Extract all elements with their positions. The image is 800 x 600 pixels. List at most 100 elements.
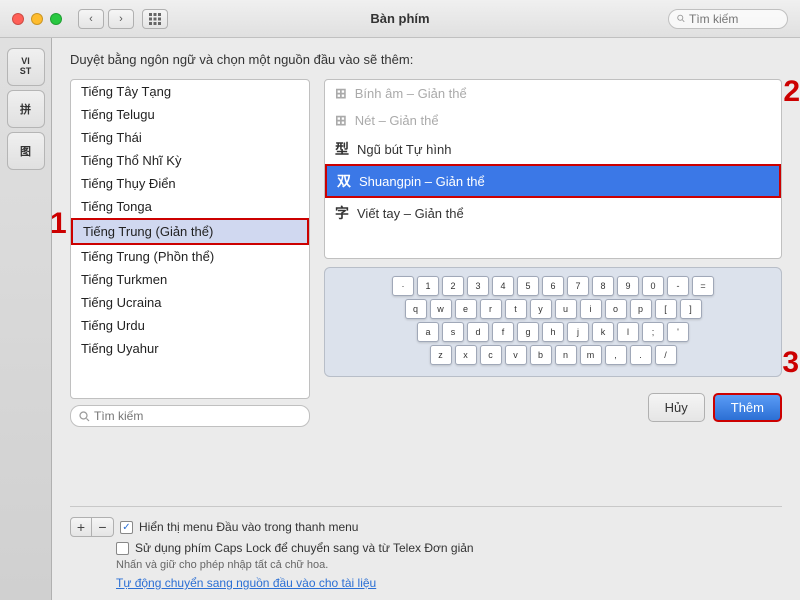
key[interactable]: x bbox=[455, 345, 477, 365]
key[interactable]: , bbox=[605, 345, 627, 365]
key[interactable]: v bbox=[505, 345, 527, 365]
language-item[interactable]: Tiếng Thụy Điển bbox=[71, 172, 309, 195]
input-method-icon: ⊞ bbox=[335, 85, 347, 102]
input-method-icon: 字 bbox=[335, 203, 349, 223]
language-item[interactable]: Tiếng Thái bbox=[71, 126, 309, 149]
key[interactable]: y bbox=[530, 299, 552, 319]
key[interactable]: ' bbox=[667, 322, 689, 342]
input-method-item[interactable]: 字Viết tay – Giản thể bbox=[325, 198, 781, 228]
key[interactable]: 7 bbox=[567, 276, 589, 296]
key[interactable]: p bbox=[630, 299, 652, 319]
sidebar-item-vi[interactable]: VIST bbox=[7, 48, 45, 86]
key[interactable]: s bbox=[442, 322, 464, 342]
key[interactable]: t bbox=[505, 299, 527, 319]
input-method-item[interactable]: ⊞ Bính âm – Giản thể bbox=[325, 80, 781, 107]
key[interactable]: w bbox=[430, 299, 452, 319]
cancel-button[interactable]: Hủy bbox=[648, 393, 705, 422]
checkbox-2-label: Sử dụng phím Caps Lock để chuyển sang và… bbox=[135, 541, 474, 555]
key[interactable]: ; bbox=[642, 322, 664, 342]
input-method-label: Shuangpin – Giản thể bbox=[359, 174, 485, 189]
key[interactable]: m bbox=[580, 345, 602, 365]
sidebar-item-tu[interactable]: 图 bbox=[7, 132, 45, 170]
key[interactable]: b bbox=[530, 345, 552, 365]
key[interactable]: k bbox=[592, 322, 614, 342]
language-item[interactable]: Tiếng Telugu bbox=[71, 103, 309, 126]
key[interactable]: i bbox=[580, 299, 602, 319]
language-list[interactable]: Tiếng Tây TạngTiếng TeluguTiếng TháiTiến… bbox=[70, 79, 310, 399]
key[interactable]: 9 bbox=[617, 276, 639, 296]
footer-link: Tự động chuyển sang nguồn đầu vào cho tà… bbox=[116, 575, 782, 590]
key[interactable]: d bbox=[467, 322, 489, 342]
add-source-button[interactable]: + bbox=[70, 517, 92, 537]
key[interactable]: - bbox=[667, 276, 689, 296]
key[interactable]: z bbox=[430, 345, 452, 365]
key[interactable]: / bbox=[655, 345, 677, 365]
grid-button[interactable] bbox=[142, 9, 168, 29]
key[interactable]: u bbox=[555, 299, 577, 319]
main-content: VIST 拼 图 Duyệt bằng ngôn ngữ và chọn một… bbox=[0, 38, 800, 600]
input-method-label: Bính âm – Giản thể bbox=[355, 86, 467, 101]
language-item[interactable]: Tiếng Thổ Nhĩ Kỳ bbox=[71, 149, 309, 172]
key[interactable]: 4 bbox=[492, 276, 514, 296]
back-button[interactable]: ‹ bbox=[78, 9, 104, 29]
key[interactable]: l bbox=[617, 322, 639, 342]
input-method-list[interactable]: ⊞ Bính âm – Giản thể ⊞Nét – Giản thể型Ngũ b… bbox=[324, 79, 782, 259]
input-method-item[interactable]: ⊞Nét – Giản thể bbox=[325, 107, 781, 134]
key[interactable]: q bbox=[405, 299, 427, 319]
key[interactable]: j bbox=[567, 322, 589, 342]
auto-switch-link[interactable]: Tự động chuyển sang nguồn đầu vào cho tà… bbox=[116, 576, 376, 590]
key[interactable]: 2 bbox=[442, 276, 464, 296]
language-item[interactable]: Tiếng Turkmen bbox=[71, 268, 309, 291]
key[interactable]: ] bbox=[680, 299, 702, 319]
window-title: Bàn phím bbox=[370, 11, 429, 26]
sidebar-item-pin[interactable]: 拼 bbox=[7, 90, 45, 128]
key[interactable]: a bbox=[417, 322, 439, 342]
key[interactable]: 8 bbox=[592, 276, 614, 296]
input-method-item[interactable]: 型Ngũ bút Tự hình bbox=[325, 134, 781, 164]
key[interactable]: 0 bbox=[642, 276, 664, 296]
language-item[interactable]: Tiếng Uyahur bbox=[71, 337, 309, 360]
input-method-icon: 型 bbox=[335, 139, 349, 159]
remove-source-button[interactable]: − bbox=[92, 517, 114, 537]
key[interactable]: 1 bbox=[417, 276, 439, 296]
key[interactable]: 6 bbox=[542, 276, 564, 296]
keyboard-row: zxcvbnm,./ bbox=[331, 345, 775, 365]
minimize-button[interactable] bbox=[31, 13, 43, 25]
maximize-button[interactable] bbox=[50, 13, 62, 25]
language-item[interactable]: Tiếng Ucraina bbox=[71, 291, 309, 314]
key[interactable]: 3 bbox=[467, 276, 489, 296]
key[interactable]: . bbox=[630, 345, 652, 365]
key[interactable]: · bbox=[392, 276, 414, 296]
title-search-input[interactable] bbox=[689, 12, 779, 26]
checkbox-caps-lock[interactable] bbox=[116, 542, 129, 555]
language-item[interactable]: Tiếng Trung (Phồn thể) bbox=[71, 245, 309, 268]
add-remove-buttons: + − bbox=[70, 517, 114, 537]
key[interactable]: h bbox=[542, 322, 564, 342]
key[interactable]: = bbox=[692, 276, 714, 296]
language-search-box[interactable] bbox=[70, 405, 310, 427]
key[interactable]: r bbox=[480, 299, 502, 319]
title-search-bar[interactable] bbox=[668, 9, 788, 29]
language-search-input[interactable] bbox=[94, 409, 274, 423]
key[interactable]: c bbox=[480, 345, 502, 365]
close-button[interactable] bbox=[12, 13, 24, 25]
bottom-buttons: Hủy Thêm bbox=[324, 393, 782, 422]
checkbox-show-menu[interactable] bbox=[120, 521, 133, 534]
key[interactable]: g bbox=[517, 322, 539, 342]
key[interactable]: f bbox=[492, 322, 514, 342]
language-item[interactable]: Tiếng Tây Tạng bbox=[71, 80, 309, 103]
language-item[interactable]: Tiếng Tonga bbox=[71, 195, 309, 218]
key[interactable]: e bbox=[455, 299, 477, 319]
checkbox-1-label: Hiển thị menu Đầu vào trong thanh menu bbox=[139, 520, 358, 534]
input-method-item[interactable]: 双Shuangpin – Giản thể bbox=[325, 164, 781, 198]
language-item[interactable]: Tiếng Trung (Giản thể) bbox=[71, 218, 309, 245]
language-item[interactable]: Tiếng Urdu bbox=[71, 314, 309, 337]
input-method-label: Nét – Giản thể bbox=[355, 113, 439, 128]
add-button[interactable]: Thêm bbox=[713, 393, 782, 422]
language-list-container: Tiếng Tây TạngTiếng TeluguTiếng TháiTiến… bbox=[70, 79, 310, 498]
forward-button[interactable]: › bbox=[108, 9, 134, 29]
key[interactable]: n bbox=[555, 345, 577, 365]
key[interactable]: [ bbox=[655, 299, 677, 319]
key[interactable]: o bbox=[605, 299, 627, 319]
key[interactable]: 5 bbox=[517, 276, 539, 296]
